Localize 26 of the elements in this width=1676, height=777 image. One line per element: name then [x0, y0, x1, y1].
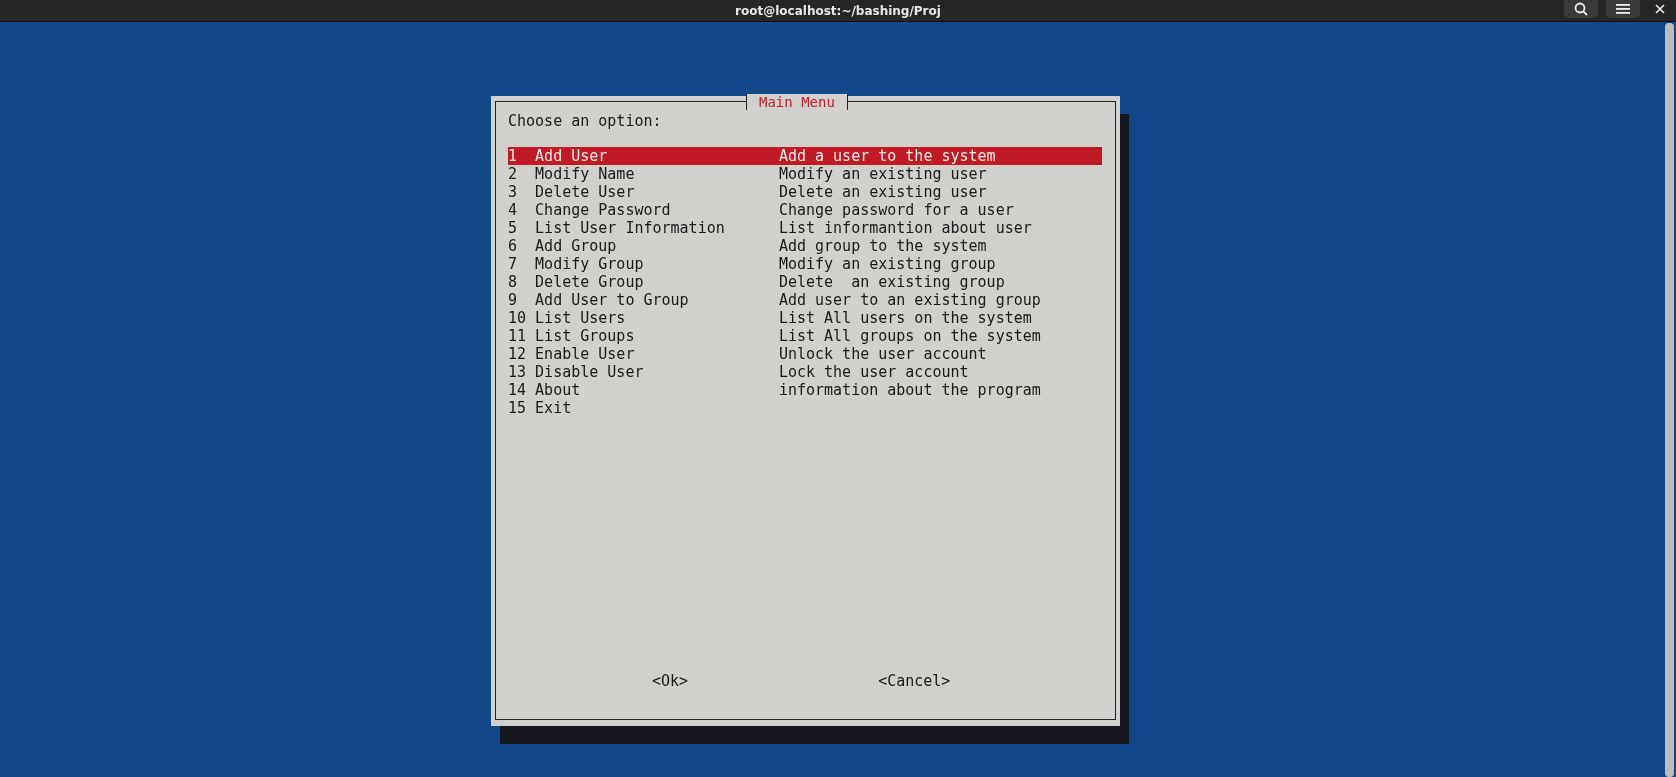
menu-item[interactable]: 8 Delete Group Delete an existing group	[508, 273, 1102, 291]
menu-item[interactable]: 14 About information about the program	[508, 381, 1102, 399]
menu-item[interactable]: 6 Add Group Add group to the system	[508, 237, 1102, 255]
menu-item[interactable]: 5 List User Information List informantion about user	[508, 219, 1102, 237]
window-title: root@localhost:~/bashing/Proj	[735, 4, 941, 20]
menu-item[interactable]: 1 Add User Add a user to the system	[508, 147, 1102, 165]
menu-item[interactable]: 3 Delete User Delete an existing user	[508, 183, 1102, 201]
dialog-button[interactable]: <Cancel>	[878, 672, 951, 690]
menu-item[interactable]: 7 Modify Group Modify an existing group	[508, 255, 1102, 273]
menu-item[interactable]: 11 List Groups List All groups on the system	[508, 327, 1102, 345]
search-icon	[1574, 2, 1588, 16]
menu-item[interactable]: 4 Change Password Change password for a user	[508, 201, 1102, 219]
dialog-title: Main Menu	[746, 94, 848, 110]
menu-icon	[1616, 3, 1630, 15]
menu-item[interactable]: 2 Modify Name Modify an existing user	[508, 165, 1102, 183]
menu-item[interactable]: 12 Enable User Unlock the user account	[508, 345, 1102, 363]
menu-item[interactable]: 15 Exit	[508, 399, 1102, 417]
menu-item[interactable]: 10 List Users List All users on the system	[508, 309, 1102, 327]
close-icon	[1655, 4, 1665, 14]
scrollbar[interactable]	[1665, 23, 1674, 777]
menu-item[interactable]: 13 Disable User Lock the user account	[508, 363, 1102, 381]
prompt-text: Choose an option:	[508, 112, 663, 130]
menu-button[interactable]	[1606, 0, 1640, 18]
menu-item[interactable]: 9 Add User to Group Add user to an existing group	[508, 291, 1102, 309]
dialog-button[interactable]: <Ok>	[652, 672, 689, 690]
search-button[interactable]	[1564, 0, 1598, 18]
